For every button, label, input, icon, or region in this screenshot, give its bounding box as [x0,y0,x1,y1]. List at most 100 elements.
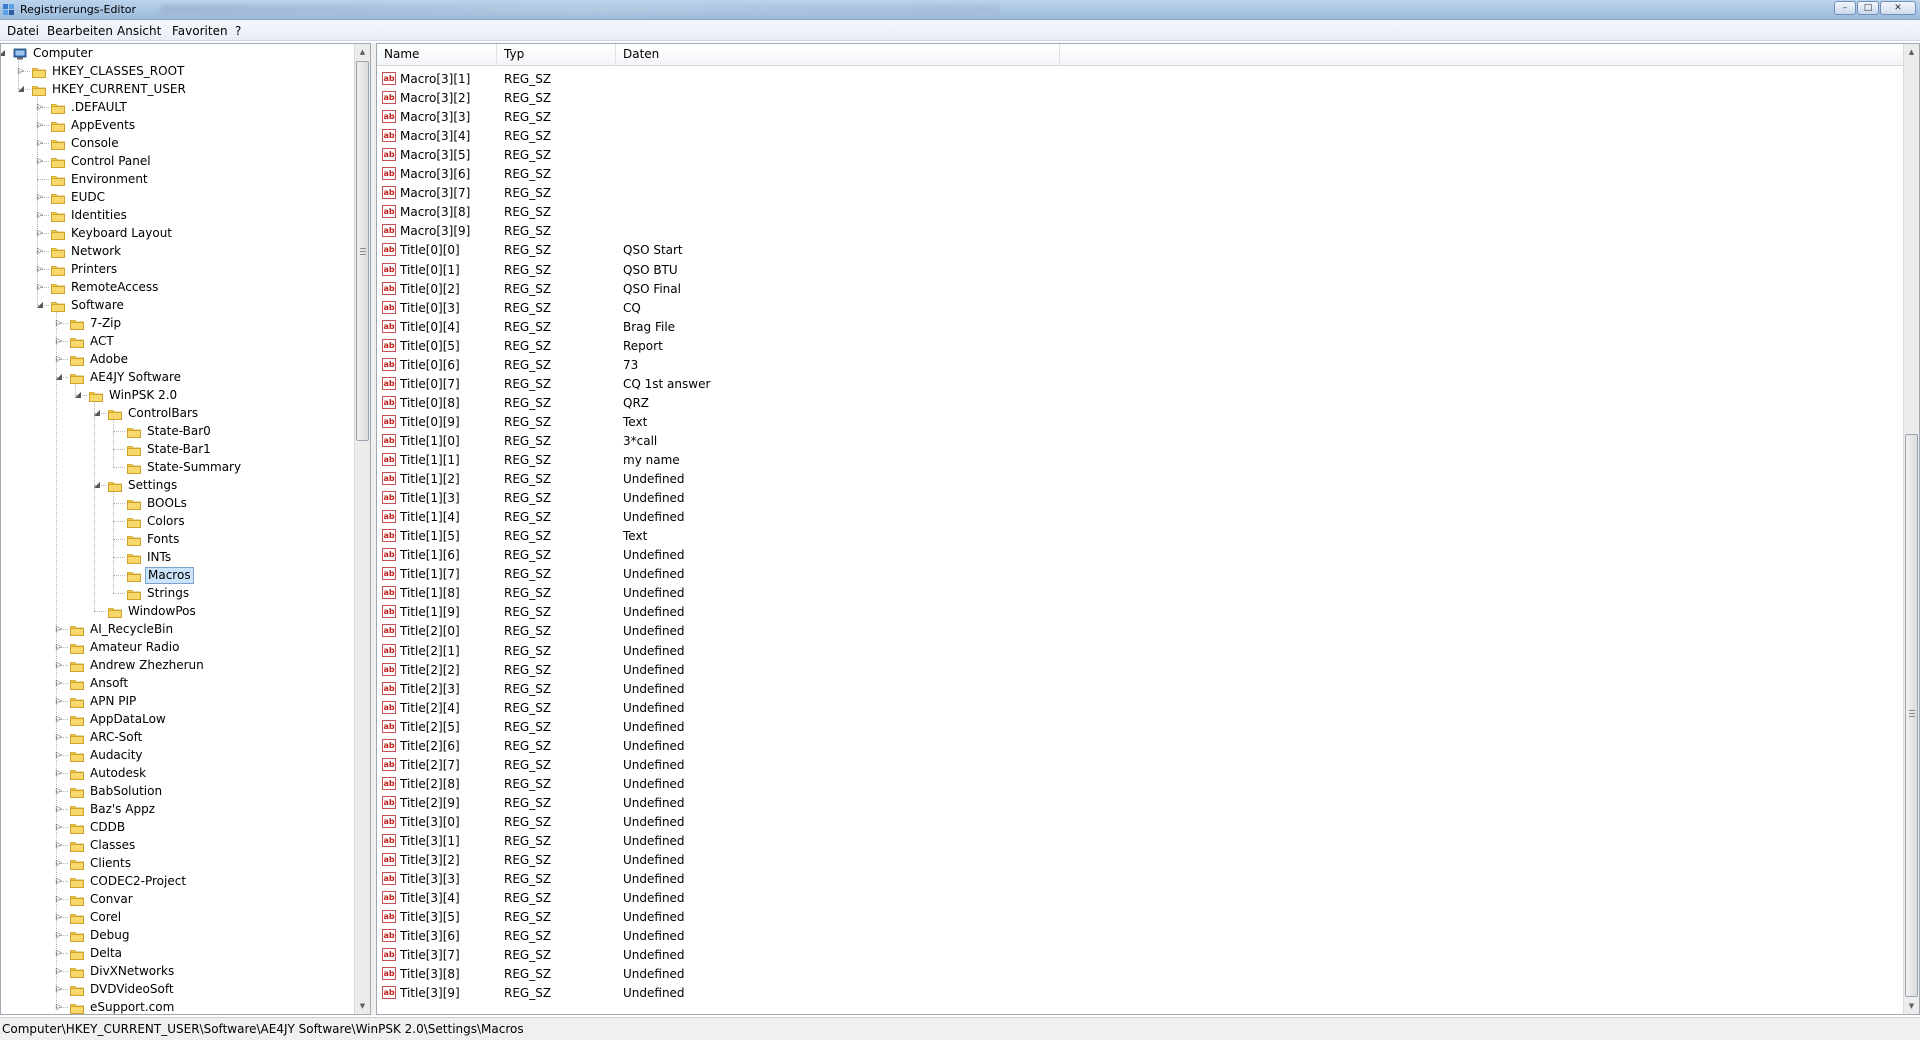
tree-item[interactable]: ◢ Computer [1,44,351,62]
tree-item[interactable]: ▷ ACT [1,332,351,350]
collapsed-triangle-icon[interactable]: ▷ [54,660,64,670]
collapsed-triangle-icon[interactable]: ▷ [35,192,45,202]
collapsed-triangle-icon[interactable]: ▷ [54,822,64,832]
tree-item[interactable]: ▷ Autodesk [1,764,351,782]
menu-bearbeiten[interactable]: Bearbeiten [47,24,113,38]
registry-tree[interactable]: ◢ Computer ▷ HKEY_CLASSES_ROOT ◢ HKEY_CURRENT… [0,43,371,1015]
tree-item[interactable]: ▷ Audacity [1,746,351,764]
expanded-triangle-icon[interactable]: ◢ [35,300,45,310]
registry-value-row[interactable]: ab Title[1][2] REG_SZ Undefined [377,470,1897,489]
collapsed-triangle-icon[interactable]: ▷ [35,120,45,130]
column-header-name[interactable]: Name [377,44,497,65]
collapsed-triangle-icon[interactable]: ▷ [54,786,64,796]
tree-item[interactable]: ◢ WinPSK 2.0 [1,386,351,404]
expanded-triangle-icon[interactable]: ◢ [1,48,7,58]
collapsed-triangle-icon[interactable]: ▷ [54,804,64,814]
column-header-data[interactable]: Daten [616,44,1060,65]
registry-value-row[interactable]: ab Title[1][4] REG_SZ Undefined [377,508,1897,527]
registry-value-row[interactable]: ab Title[1][5] REG_SZ Text [377,527,1897,546]
tree-item[interactable]: ▷ Amateur Radio [1,638,351,656]
registry-value-row[interactable]: ab Title[2][1] REG_SZ Undefined [377,642,1897,661]
tree-item[interactable]: ◢ ControlBars [1,404,351,422]
collapsed-triangle-icon[interactable]: ▷ [54,840,64,850]
collapsed-triangle-icon[interactable]: ▷ [54,624,64,634]
collapsed-triangle-icon[interactable]: ▷ [35,102,45,112]
tree-item[interactable]: ▷ AI_RecycleBin [1,620,351,638]
expanded-triangle-icon[interactable]: ◢ [16,84,26,94]
tree-item[interactable]: ▷ Clients [1,854,351,872]
tree-item[interactable]: BOOLs [1,494,351,512]
registry-value-row[interactable]: ab Title[1][6] REG_SZ Undefined [377,546,1897,565]
registry-value-row[interactable]: ab Title[0][7] REG_SZ CQ 1st answer [377,375,1897,394]
registry-value-row[interactable]: ab Title[0][9] REG_SZ Text [377,413,1897,432]
list-scroll-thumb[interactable] [1905,434,1918,997]
values-list[interactable]: Name Typ Daten ab Macro[3][1] REG_SZ ab Macr… [376,43,1920,1015]
tree-scrollbar[interactable]: ▲ ▼ [354,44,370,1014]
expanded-triangle-icon[interactable]: ◢ [92,480,102,490]
scroll-down-arrow[interactable]: ▼ [355,998,370,1014]
tree-item[interactable]: ▷ Classes [1,836,351,854]
collapsed-triangle-icon[interactable]: ▷ [54,930,64,940]
registry-value-row[interactable]: ab Title[1][8] REG_SZ Undefined [377,584,1897,603]
expanded-triangle-icon[interactable]: ◢ [73,390,83,400]
tree-item[interactable]: ▷ Convar [1,890,351,908]
tree-item[interactable]: State-Summary [1,458,351,476]
collapsed-triangle-icon[interactable]: ▷ [54,1002,64,1012]
tree-item[interactable]: ▷ CDDB [1,818,351,836]
registry-value-row[interactable]: ab Title[3][4] REG_SZ Undefined [377,889,1897,908]
registry-value-row[interactable]: ab Title[2][9] REG_SZ Undefined [377,794,1897,813]
collapsed-triangle-icon[interactable]: ▷ [54,714,64,724]
tree-item[interactable]: ▷ eSupport.com [1,998,351,1014]
tree-item[interactable]: Colors [1,512,351,530]
collapsed-triangle-icon[interactable]: ▷ [54,678,64,688]
tree-item[interactable]: State-Bar1 [1,440,351,458]
registry-value-row[interactable]: ab Title[3][9] REG_SZ Undefined [377,984,1897,1003]
tree-item[interactable]: ▷ .DEFAULT [1,98,351,116]
collapsed-triangle-icon[interactable]: ▷ [35,246,45,256]
tree-item[interactable]: ▷ Corel [1,908,351,926]
registry-value-row[interactable]: ab Title[3][5] REG_SZ Undefined [377,908,1897,927]
expanded-triangle-icon[interactable]: ◢ [54,372,64,382]
registry-value-row[interactable]: ab Macro[3][5] REG_SZ [377,146,1897,165]
tree-item[interactable]: ▷ APN PIP [1,692,351,710]
tree-item[interactable]: Fonts [1,530,351,548]
registry-value-row[interactable]: ab Macro[3][9] REG_SZ [377,222,1897,241]
registry-value-row[interactable]: ab Title[0][5] REG_SZ Report [377,337,1897,356]
registry-value-row[interactable]: ab Title[3][8] REG_SZ Undefined [377,965,1897,984]
menu-datei[interactable]: Datei [7,24,39,38]
collapsed-triangle-icon[interactable]: ▷ [54,642,64,652]
tree-item[interactable]: ◢ AE4JY Software [1,368,351,386]
collapsed-triangle-icon[interactable]: ▷ [54,966,64,976]
tree-item[interactable]: ▷ Delta [1,944,351,962]
tree-item[interactable]: ▷ Network [1,242,351,260]
tree-item[interactable]: ▷ DivXNetworks [1,962,351,980]
registry-value-row[interactable]: ab Title[2][3] REG_SZ Undefined [377,680,1897,699]
collapsed-triangle-icon[interactable]: ▷ [54,912,64,922]
tree-item[interactable]: ◢ Software [1,296,351,314]
tree-item[interactable]: ▷ Ansoft [1,674,351,692]
tree-item[interactable]: ◢ HKEY_CURRENT_USER [1,80,351,98]
collapsed-triangle-icon[interactable]: ▷ [35,210,45,220]
tree-item[interactable]: ▷ ARC-Soft [1,728,351,746]
registry-value-row[interactable]: ab Title[0][4] REG_SZ Brag File [377,318,1897,337]
registry-value-row[interactable]: ab Title[0][8] REG_SZ QRZ [377,394,1897,413]
list-scrollbar[interactable]: ▲ ▼ [1903,44,1919,1014]
tree-item[interactable]: ▷ Control Panel [1,152,351,170]
registry-value-row[interactable]: ab Macro[3][7] REG_SZ [377,184,1897,203]
collapsed-triangle-icon[interactable]: ▷ [16,66,26,76]
collapsed-triangle-icon[interactable]: ▷ [54,876,64,886]
collapsed-triangle-icon[interactable]: ▷ [54,354,64,364]
registry-value-row[interactable]: ab Title[3][0] REG_SZ Undefined [377,813,1897,832]
tree-item[interactable]: ▷ Identities [1,206,351,224]
collapsed-triangle-icon[interactable]: ▷ [35,264,45,274]
tree-item[interactable]: ▷ HKEY_CLASSES_ROOT [1,62,351,80]
tree-item[interactable]: Macros [1,566,351,584]
registry-value-row[interactable]: ab Title[0][1] REG_SZ QSO BTU [377,261,1897,280]
tree-item[interactable]: ▷ Adobe [1,350,351,368]
registry-value-row[interactable]: ab Macro[3][2] REG_SZ [377,89,1897,108]
column-header-type[interactable]: Typ [497,44,616,65]
list-scroll-up-arrow[interactable]: ▲ [1904,44,1919,60]
scroll-up-arrow[interactable]: ▲ [355,44,370,60]
registry-value-row[interactable]: ab Title[2][5] REG_SZ Undefined [377,718,1897,737]
registry-value-row[interactable]: ab Macro[3][6] REG_SZ [377,165,1897,184]
